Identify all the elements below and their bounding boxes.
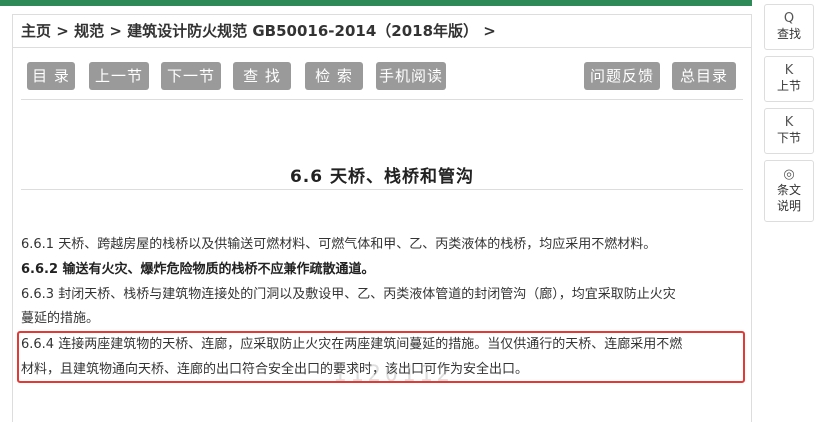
sidebar-notes-label-2: 说明	[776, 199, 801, 213]
top-accent-bar	[0, 0, 752, 6]
sidebar-find-button[interactable]: Q 查找	[764, 4, 814, 50]
breadcrumb: 主页 > 规范 > 建筑设计防火规范 GB50016-2014（2018年版） …	[13, 15, 751, 48]
section-title: 6.6 天桥、栈桥和管沟	[289, 167, 475, 187]
sidebar-next-label: 下节	[776, 131, 801, 145]
search-icon: Q	[783, 11, 795, 26]
mobile-read-button[interactable]: 手机阅读	[376, 62, 446, 90]
divider	[21, 189, 743, 190]
breadcrumb-document[interactable]: 建筑设计防火规范 GB50016-2014（2018年版）	[127, 22, 478, 40]
clause-6-6-2: 6.6.2 输送有火灾、爆炸危险物质的栈桥不应兼作疏散通道。	[21, 262, 375, 277]
master-toc-button[interactable]: 总目录	[672, 62, 736, 90]
clause-6-6-4-line2: 材料，且建筑物通向天桥、连廊的出口符合安全出口的要求时，该出口可作为安全出口。	[21, 362, 529, 377]
sidebar-next-button[interactable]: K 下节	[764, 108, 814, 154]
clause-6-6-3-line2: 蔓延的措施。	[21, 311, 100, 326]
arrow-down-icon: K	[784, 115, 794, 130]
breadcrumb-separator: >	[109, 22, 122, 40]
arrow-up-icon: K	[784, 63, 794, 78]
feedback-button[interactable]: 问题反馈	[584, 62, 660, 90]
sidebar-notes-button[interactable]: ◎ 条文 说明	[764, 160, 814, 222]
divider	[21, 99, 743, 100]
breadcrumb-category[interactable]: 规范	[74, 22, 104, 40]
breadcrumb-separator: >	[483, 22, 496, 40]
sidebar-find-label: 查找	[776, 27, 801, 41]
clause-6-6-3-line1: 6.6.3 封闭天桥、栈桥与建筑物连接处的门洞以及敷设甲、乙、丙类液体管道的封闭…	[21, 287, 676, 302]
clause-6-6-4-line1: 6.6.4 连接两座建筑物的天桥、连廊，应采取防止火灾在两座建筑间蔓延的措施。当…	[21, 337, 683, 352]
clause-6-6-1: 6.6.1 天桥、跨越房屋的栈桥以及供输送可燃材料、可燃气体和甲、乙、丙类液体的…	[21, 237, 657, 252]
breadcrumb-home[interactable]: 主页	[21, 22, 51, 40]
breadcrumb-separator: >	[56, 22, 69, 40]
prev-section-button[interactable]: 上一节	[89, 62, 149, 90]
sidebar-prev-label: 上节	[776, 79, 801, 93]
toc-button[interactable]: 目 录	[27, 62, 75, 90]
search-button[interactable]: 检 索	[305, 62, 363, 90]
content-panel: 主页 > 规范 > 建筑设计防火规范 GB50016-2014（2018年版） …	[12, 14, 752, 422]
sidebar-prev-button[interactable]: K 上节	[764, 56, 814, 102]
eye-icon: ◎	[783, 167, 795, 182]
find-button[interactable]: 查 找	[233, 62, 291, 90]
sidebar-notes-label-1: 条文	[776, 183, 801, 197]
next-section-button[interactable]: 下一节	[161, 62, 221, 90]
